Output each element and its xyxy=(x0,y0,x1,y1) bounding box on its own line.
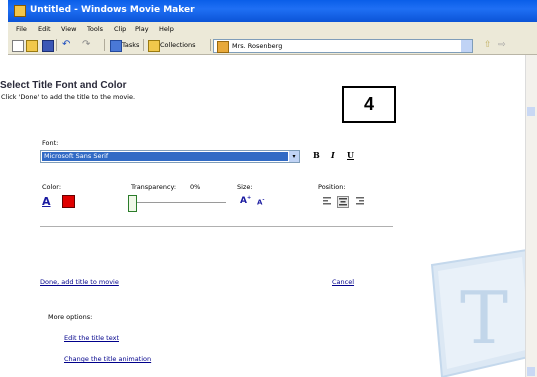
chevron-down-icon[interactable]: ▾ xyxy=(289,151,299,162)
decrease-size-icon[interactable]: A- xyxy=(257,197,265,206)
collection-dropdown-value: Mrs. Rosenberg xyxy=(232,42,283,50)
menu-tools[interactable]: Tools xyxy=(87,25,103,33)
font-label: Font: xyxy=(42,139,59,147)
text-color-icon[interactable]: A xyxy=(42,195,51,208)
collections-button[interactable]: Collections xyxy=(160,41,196,49)
menu-play[interactable]: Play xyxy=(135,25,149,33)
menu-edit[interactable]: Edit xyxy=(38,25,51,33)
undo-icon[interactable]: ↶ xyxy=(62,40,72,50)
font-select[interactable]: Microsoft Sans Serif ▾ xyxy=(40,150,300,163)
movie-maker-icon xyxy=(14,5,26,17)
position-label: Position: xyxy=(318,183,346,191)
menu-help[interactable]: Help xyxy=(159,25,174,33)
redo-icon[interactable]: ↷ xyxy=(82,40,92,50)
tasks-button[interactable]: Tasks xyxy=(122,41,139,49)
menu-clip[interactable]: Clip xyxy=(114,25,126,33)
toolbar-separator xyxy=(143,39,144,51)
change-title-animation-link[interactable]: Change the title animation xyxy=(64,355,151,363)
step-callout: 4 xyxy=(342,86,396,123)
transparency-value: 0% xyxy=(190,183,201,191)
toolbar-separator xyxy=(56,39,57,51)
increase-size-icon[interactable]: A+ xyxy=(240,195,251,206)
view-icon[interactable]: ⇨ xyxy=(498,40,508,50)
section-divider xyxy=(40,226,393,227)
up-folder-icon[interactable]: ⇧ xyxy=(484,40,494,50)
svg-text:T: T xyxy=(460,276,508,360)
transparency-slider-thumb[interactable] xyxy=(128,195,137,212)
done-add-title-link[interactable]: Done, add title to movie xyxy=(40,278,119,286)
title-watermark-icon: T xyxy=(430,248,537,377)
menu-file[interactable]: File xyxy=(16,25,27,33)
open-project-icon[interactable] xyxy=(26,40,38,52)
toolbar: ↶ ↷ Tasks Collections Mrs. Rosenberg ⇧ ⇨ xyxy=(8,36,537,55)
toolbar-separator xyxy=(104,39,105,51)
scroll-up-icon[interactable] xyxy=(527,107,535,116)
italic-button[interactable]: I xyxy=(331,150,335,160)
new-project-icon[interactable] xyxy=(12,40,24,52)
edit-title-text-link[interactable]: Edit the title text xyxy=(64,334,119,342)
align-center-icon[interactable] xyxy=(337,196,349,208)
underline-button[interactable]: U xyxy=(347,150,354,160)
toolbar-separator xyxy=(210,39,211,51)
color-swatch[interactable] xyxy=(62,195,75,208)
bold-button[interactable]: B xyxy=(313,150,320,160)
page-title: Select Title Font and Color xyxy=(0,80,127,91)
color-label: Color: xyxy=(42,183,62,191)
collection-folder-icon xyxy=(217,41,229,53)
vertical-scrollbar[interactable] xyxy=(525,55,537,377)
chevron-down-icon[interactable] xyxy=(461,40,472,52)
align-right-icon[interactable] xyxy=(355,196,365,206)
page-instructions: Click 'Done' to add the title to the mov… xyxy=(1,93,136,101)
save-project-icon[interactable] xyxy=(42,40,54,52)
transparency-slider-track[interactable] xyxy=(130,202,226,203)
collections-icon xyxy=(148,40,160,52)
tasks-icon xyxy=(110,40,122,52)
align-left-icon[interactable] xyxy=(322,196,332,206)
more-options-label: More options: xyxy=(48,313,93,321)
menu-view[interactable]: View xyxy=(61,25,76,33)
cancel-link[interactable]: Cancel xyxy=(332,278,354,286)
window-title: Untitled - Windows Movie Maker xyxy=(30,5,195,15)
size-label: Size: xyxy=(237,183,253,191)
transparency-label: Transparency: xyxy=(131,183,177,191)
menu-bar: File Edit View Tools Clip Play Help xyxy=(8,22,537,37)
title-bar[interactable]: Untitled - Windows Movie Maker xyxy=(8,0,537,22)
scroll-down-icon[interactable] xyxy=(527,367,535,376)
collection-dropdown[interactable]: Mrs. Rosenberg xyxy=(213,39,473,53)
font-select-value: Microsoft Sans Serif xyxy=(42,152,288,161)
